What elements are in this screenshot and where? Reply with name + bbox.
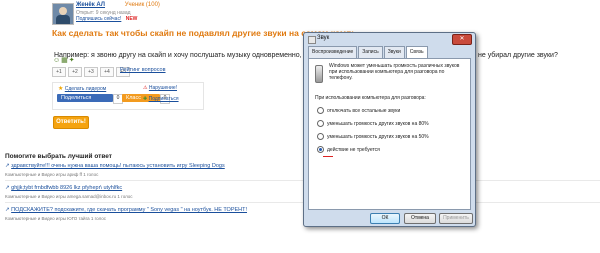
option-reduce-50[interactable]: уменьшать громкость других звуков на 50%	[317, 133, 429, 140]
related-item: ↗ ПОДСКАЖИТЕ? подскажите, где скачать пр…	[5, 207, 247, 213]
related-item: ↗ ghjjk;tybt frnbdfwbb 8926 lkz pfyhepr\…	[5, 185, 122, 191]
question-text: Например: я звоню другу на скайп и хочу …	[54, 52, 322, 59]
related-link[interactable]: ПОДСКАЖИТЕ? подскажите, где скачать прог…	[11, 207, 247, 213]
user-line: Женёк АЛ Ученик (100)	[76, 2, 160, 8]
option-label: уменьшать громкость других звуков на 50%	[327, 133, 429, 140]
rating-pagination: +1 +2 +3 +4 +5	[52, 67, 130, 77]
question-icon: ↗	[5, 207, 10, 213]
rate-plus2[interactable]: +2	[68, 67, 82, 77]
make-leader-link[interactable]: Сделать лидером	[65, 86, 106, 92]
subscribe-link[interactable]: Подписаться	[149, 96, 179, 102]
question-icon: ↗	[5, 185, 10, 191]
question-icon: ↗	[5, 163, 10, 169]
violation-link[interactable]: Нарушение!	[149, 85, 177, 91]
user-avatar[interactable]	[52, 3, 74, 25]
phone-icon	[315, 65, 323, 83]
rate-plus1[interactable]: +1	[52, 67, 66, 77]
violation-row: ⚠ Нарушение!	[143, 85, 177, 91]
pane-label: При использовании компьютера для разгово…	[315, 95, 426, 101]
communications-pane: Windows может уменьшать громкость различ…	[308, 58, 471, 210]
related-link[interactable]: здравствуйте!!! очень нужна ваша помощь!…	[11, 163, 225, 169]
warning-icon: ⚠	[143, 85, 148, 91]
favorite-row: ★ Сделать лидером	[58, 85, 106, 92]
question-text-tail: не убирал другие звуки?	[478, 52, 558, 59]
radio-icon[interactable]	[317, 120, 324, 127]
subscribe-now-link[interactable]: Подпишись сейчас!	[76, 16, 121, 22]
star-icon: ★	[58, 86, 64, 92]
related-meta: Компьютерные и Видео игры amega.samad@in…	[5, 194, 133, 199]
option-label: отключать все остальные звуки	[327, 107, 401, 114]
user-rank: Ученик (100)	[124, 2, 160, 8]
pane-description: Windows может уменьшать громкость различ…	[329, 63, 460, 81]
related-meta: Компьютерные и Видео игры ариф ff 1 голо…	[5, 172, 99, 177]
class-label: Класс	[126, 95, 141, 101]
sound-dialog: Звук ✕ Воспроизведение Запись Звуки Связ…	[303, 32, 476, 227]
option-label: действие не требуется	[327, 146, 380, 153]
related-item: ↗ здравствуйте!!! очень нужна ваша помощ…	[5, 163, 225, 169]
answer-button[interactable]: Ответить!	[53, 116, 89, 129]
user-name[interactable]: Женёк АЛ	[76, 2, 105, 8]
subscribe-row: ✚ Подписаться	[143, 96, 179, 102]
option-label: уменьшать громкость других звуков на 80%	[327, 120, 429, 127]
subscribe-promo: Подпишись сейчас! NEW	[76, 16, 137, 22]
tab-sounds[interactable]: Звуки	[383, 46, 405, 58]
tab-playback[interactable]: Воспроизведение	[308, 46, 358, 58]
rate-plus4[interactable]: +4	[100, 67, 114, 77]
option-reduce-80[interactable]: уменьшать громкость других звуков на 80%	[317, 120, 429, 127]
close-button[interactable]: ✕	[452, 34, 472, 45]
radio-selected-icon[interactable]	[317, 146, 324, 153]
speaker-icon	[308, 36, 316, 44]
tab-recording[interactable]: Запись	[358, 46, 383, 58]
ok-button[interactable]: ОК	[370, 213, 400, 224]
rate-plus3[interactable]: +3	[84, 67, 98, 77]
red-underline-mark	[323, 156, 333, 157]
subscribe-icon: ✚	[143, 96, 148, 102]
radio-icon[interactable]	[317, 107, 324, 114]
cancel-button[interactable]: Отмена	[404, 213, 436, 224]
option-mute-all[interactable]: отключать все остальные звуки	[317, 107, 400, 114]
related-meta: Компьютерные и Видео игры ЮГО тайга 1 го…	[5, 216, 106, 221]
related-title: Помогите выбрать лучший ответ	[5, 153, 112, 160]
share-button[interactable]: Поделиться 0	[57, 94, 123, 104]
radio-icon[interactable]	[317, 133, 324, 140]
related-link[interactable]: ghjjk;tybt frnbdfwbb 8926 lkz pfyhepr\ u…	[11, 185, 122, 191]
dialog-title: Звук	[317, 35, 330, 41]
option-do-nothing[interactable]: действие не требуется	[317, 146, 380, 153]
new-badge: NEW	[125, 16, 138, 22]
share-label: Поделиться	[61, 95, 92, 101]
apply-button[interactable]: Применить	[439, 213, 473, 224]
rating-link[interactable]: Рейтинг вопросов	[120, 67, 166, 73]
